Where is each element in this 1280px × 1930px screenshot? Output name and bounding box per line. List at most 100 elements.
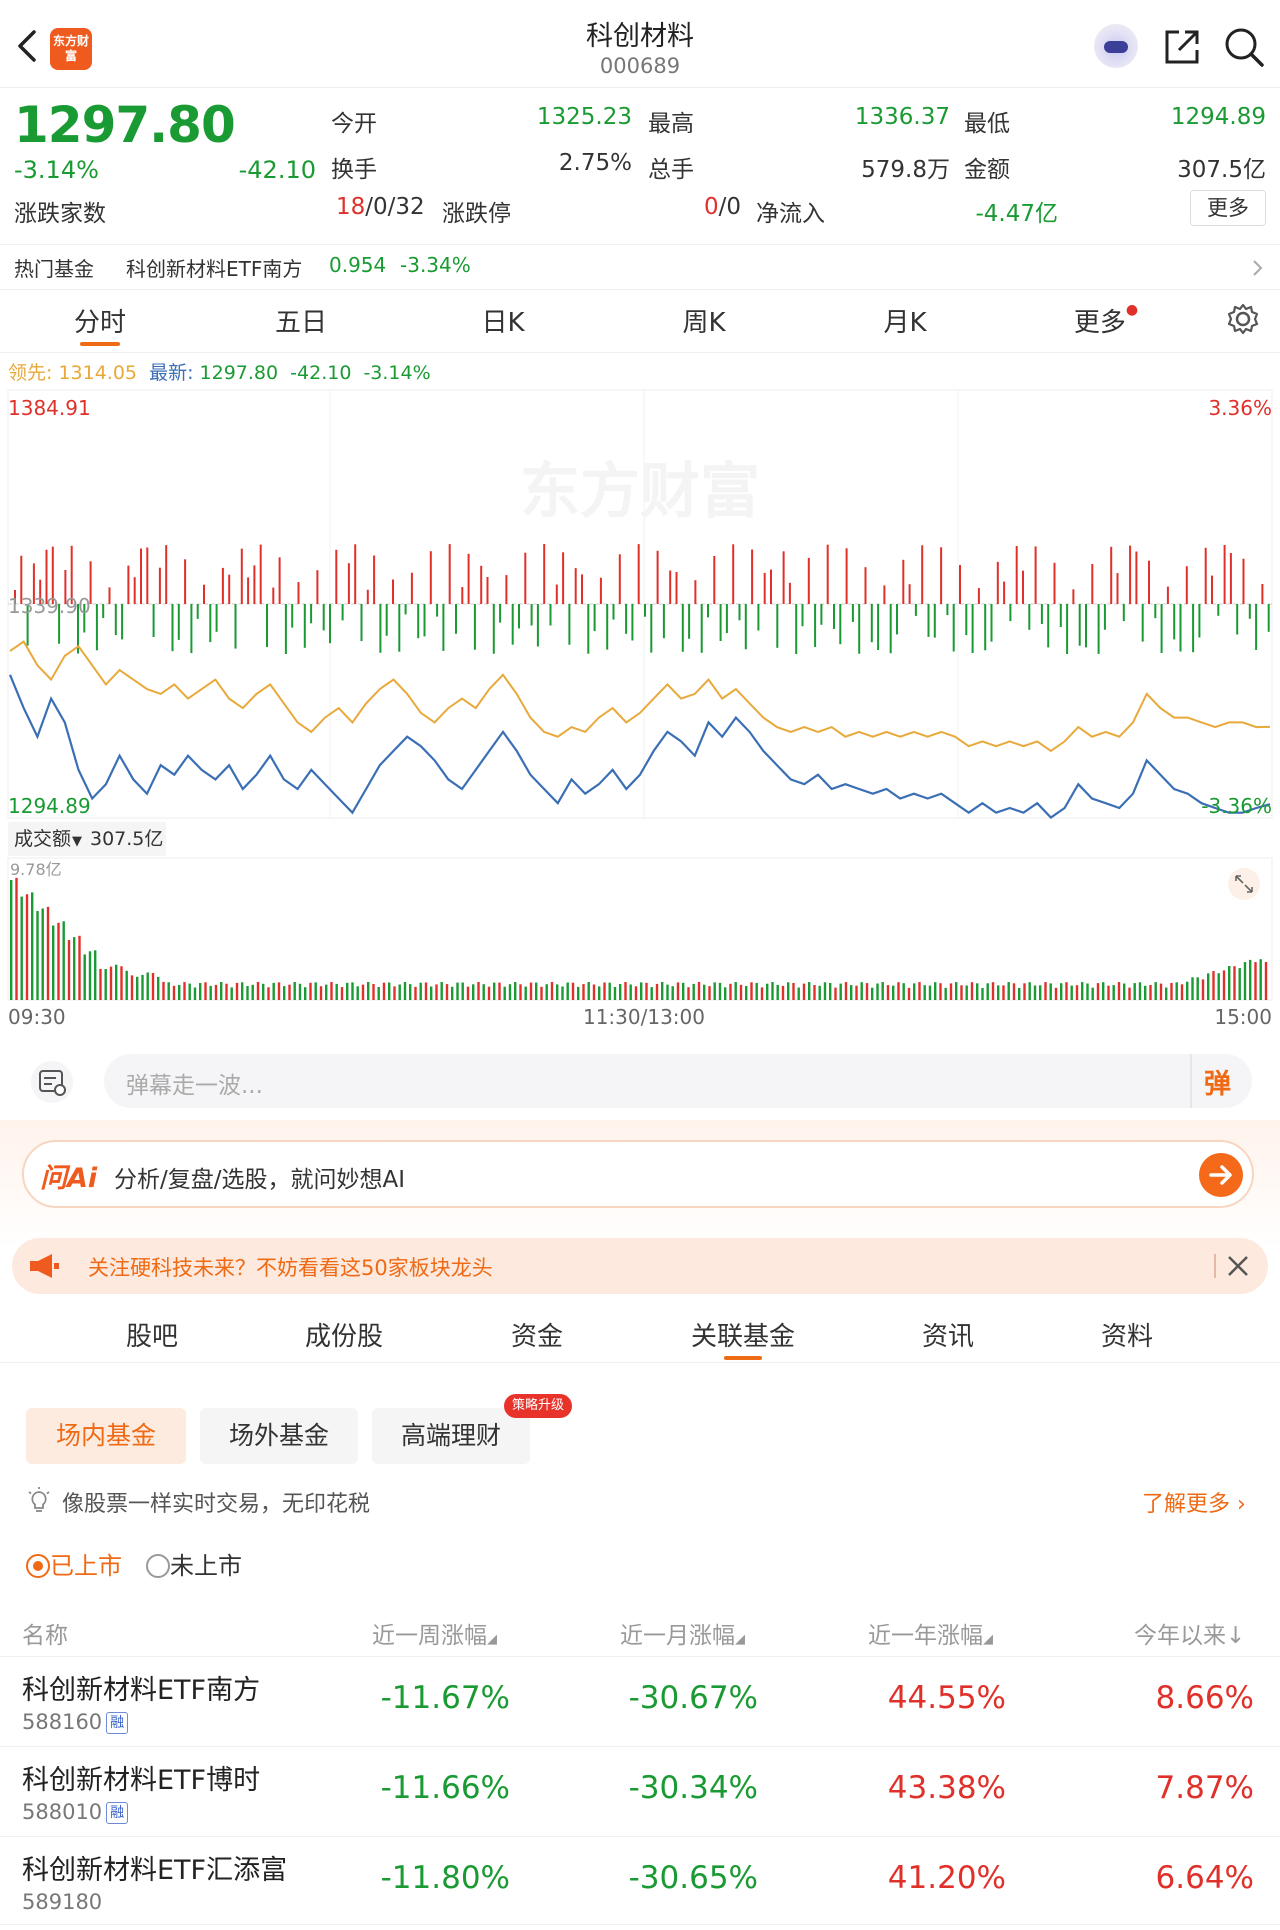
- col-month[interactable]: 近一月涨幅◢: [620, 1616, 745, 1650]
- volume-bar: [325, 984, 328, 1000]
- ai-search-bar[interactable]: 问Ai 分析/复盘/选股，就问妙想AI: [22, 1140, 1254, 1208]
- intraday-chart[interactable]: 东方财富 1384.91 1339.90 1294.89 3.36% -3.36…: [0, 382, 1280, 1030]
- danmaku-settings-icon[interactable]: [30, 1060, 74, 1104]
- learn-more-link[interactable]: 了解更多 ›: [1142, 1486, 1246, 1518]
- volume-bar: [1070, 985, 1073, 1000]
- volume-bar: [1249, 959, 1252, 1000]
- col-year[interactable]: 近一年涨幅◢: [868, 1616, 993, 1650]
- flow-bar: [568, 604, 571, 645]
- tab-forum[interactable]: 股吧: [72, 1316, 232, 1353]
- hot-fund-bar[interactable]: 热门基金 科创新材料ETF南方 0.954 -3.34%: [0, 244, 1280, 290]
- radio-unlisted[interactable]: 未上市: [146, 1546, 242, 1581]
- volume-bar: [561, 986, 564, 1000]
- tab-capital[interactable]: 资金: [457, 1316, 617, 1353]
- fund-type-exchange[interactable]: 场内基金: [26, 1408, 186, 1464]
- volume-bar: [991, 982, 995, 1000]
- flow-bar: [429, 551, 432, 604]
- volume-bar: [15, 877, 18, 1000]
- volume-bar: [550, 982, 554, 1000]
- search-icon[interactable]: [1223, 26, 1265, 68]
- flow-bar: [688, 604, 691, 639]
- flow-bar: [1085, 604, 1087, 648]
- col-week[interactable]: 近一周涨幅◢: [372, 1616, 497, 1650]
- tab-daily-k[interactable]: 日K: [443, 302, 563, 339]
- gear-icon[interactable]: [1226, 302, 1260, 336]
- notice-banner[interactable]: 关注硬科技未来？不妨看看这50家板块龙头: [12, 1238, 1268, 1294]
- tab-related-funds[interactable]: 关联基金: [663, 1316, 823, 1353]
- volume-bar: [230, 987, 233, 1000]
- flow-bar: [423, 604, 426, 637]
- radio-listed-icon: [26, 1554, 50, 1578]
- volume-bar: [566, 982, 569, 1000]
- flow-bar: [140, 548, 142, 604]
- danmaku-send-button[interactable]: 弹: [1204, 1062, 1231, 1101]
- col-ytd[interactable]: 今年以来↓: [1134, 1616, 1245, 1650]
- tab-weekly-k[interactable]: 周K: [644, 302, 764, 339]
- flow-bar: [707, 604, 709, 618]
- flow-bar: [1003, 581, 1006, 604]
- volume-bar: [41, 908, 44, 1000]
- flow-bar: [845, 548, 848, 604]
- volume-bar: [839, 983, 842, 1000]
- volume-bar: [928, 985, 932, 1000]
- volume-bar: [1033, 985, 1037, 1000]
- tab-profile[interactable]: 资料: [1047, 1316, 1207, 1353]
- danmaku-input[interactable]: 弹幕走一波... 弹: [104, 1054, 1252, 1108]
- volume-bar: [487, 986, 491, 1000]
- flow-bar: [165, 545, 168, 604]
- volume-bar: [556, 984, 559, 1000]
- volume-bar: [1060, 983, 1063, 1000]
- stock-code: 000689: [599, 54, 681, 78]
- share-icon[interactable]: [1163, 28, 1201, 66]
- tab-five-day[interactable]: 五日: [241, 302, 361, 339]
- volume-bar: [277, 982, 281, 1000]
- volume-bar: [109, 966, 113, 1000]
- flow-bar: [379, 604, 382, 653]
- danmaku-placeholder: 弹幕走一波...: [126, 1073, 263, 1099]
- flow-bar: [574, 568, 577, 604]
- tab-monthly-k[interactable]: 月K: [845, 302, 965, 339]
- fund-type-otc[interactable]: 场外基金: [200, 1408, 358, 1464]
- tab-intraday[interactable]: 分时: [40, 302, 160, 339]
- tab-news[interactable]: 资讯: [868, 1316, 1028, 1353]
- watermark: 东方财富: [520, 457, 760, 527]
- tab-constituents[interactable]: 成份股: [264, 1316, 424, 1353]
- fund-type-premium[interactable]: 高端理财: [372, 1408, 530, 1464]
- volume-bar: [403, 982, 407, 1000]
- flow-bar: [410, 572, 413, 604]
- arrow-right-icon[interactable]: [1198, 1152, 1244, 1198]
- volume-bar: [1096, 983, 1100, 1000]
- volume-bar: [692, 983, 695, 1000]
- volume-bar: [676, 982, 680, 1000]
- volume-bar: [582, 984, 585, 1000]
- flow-bar: [133, 577, 136, 604]
- volume-label: 总手: [648, 157, 694, 183]
- flow-bar: [184, 559, 187, 604]
- volume-bar: [766, 983, 769, 1000]
- flow-bar: [373, 555, 376, 604]
- flow-bar: [455, 604, 457, 634]
- volume-bar: [314, 982, 317, 1000]
- notice-divider: [1214, 1254, 1216, 1278]
- flow-bar: [644, 604, 646, 617]
- volume-bar: [776, 984, 779, 1000]
- flow-bar: [1110, 546, 1113, 604]
- tab-more[interactable]: 更多●: [1046, 302, 1166, 339]
- ai-logo: 问Ai: [40, 1163, 98, 1194]
- radio-listed[interactable]: 已上市: [26, 1546, 122, 1581]
- close-icon[interactable]: [1226, 1254, 1250, 1278]
- more-quote-button[interactable]: 更多: [1190, 190, 1266, 226]
- volume-bar: [225, 983, 228, 1000]
- volume-bar: [965, 985, 968, 1000]
- volume-bar: [304, 987, 307, 1000]
- volume-bar: [1123, 983, 1126, 1000]
- volume-bar: [451, 986, 454, 1000]
- volume-bar: [944, 987, 947, 1000]
- flow-bar: [209, 604, 212, 643]
- volume-bar: [1138, 982, 1142, 1000]
- flow-bar: [757, 604, 760, 631]
- volume-bar: [577, 986, 580, 1000]
- volume-bar: [178, 985, 181, 1000]
- volume-bar: [262, 983, 265, 1000]
- flow-bar: [694, 580, 697, 604]
